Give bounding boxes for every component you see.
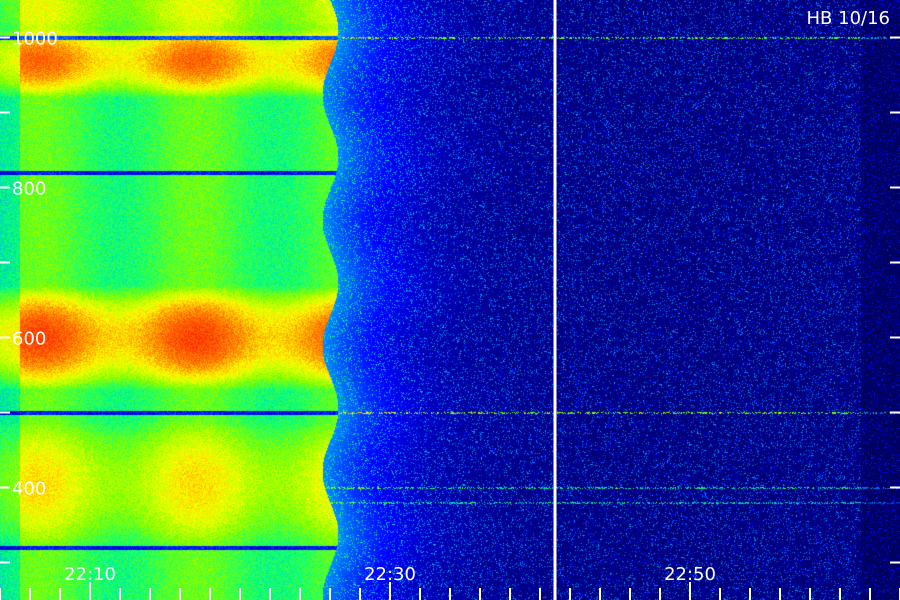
x-tick-label: 22:10 <box>64 564 116 585</box>
y-tick-label: 1000 <box>12 29 58 50</box>
x-tick-label: 22:30 <box>364 564 416 585</box>
chart-marks: 22:10 22:30 22:50 400 600 800 1000 <box>0 0 900 600</box>
y-tick-label: 400 <box>12 479 46 500</box>
x-tick-label: 22:50 <box>664 564 716 585</box>
y-tick-label: 600 <box>12 329 46 350</box>
chart-overlay: 22:10 22:30 22:50 400 600 800 1000 HB 10/16 <box>0 0 900 600</box>
chart-title: HB 10/16 <box>807 8 890 29</box>
y-tick-label: 800 <box>12 179 46 200</box>
